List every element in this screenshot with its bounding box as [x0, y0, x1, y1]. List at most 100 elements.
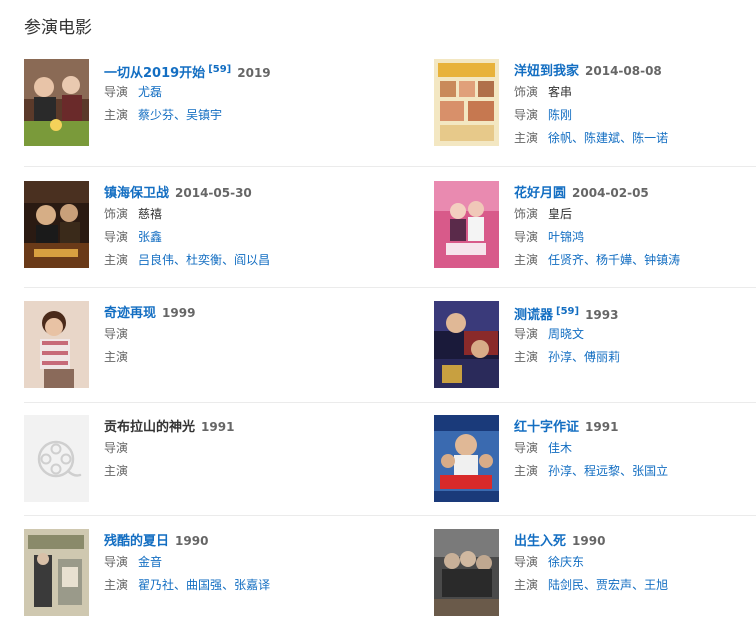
- meta-label: 导演: [104, 555, 129, 569]
- release-date: 2004-02-05: [572, 186, 649, 200]
- movie-meta-line: 导演 徐庆东: [514, 551, 756, 574]
- person-link[interactable]: 张国立: [632, 464, 668, 478]
- movie-meta-line: 主演: [104, 460, 354, 483]
- movie-meta-line: 主演 翟乃社、曲国强、张嘉译: [104, 574, 354, 597]
- person-link[interactable]: 贾宏声: [596, 578, 632, 592]
- separator: 、: [174, 108, 187, 122]
- person-link[interactable]: 程远黎: [584, 464, 620, 478]
- movie-title-line: 奇迹再现 1999: [104, 301, 354, 323]
- movie-poster[interactable]: [434, 301, 499, 388]
- movie-title-line: 残酷的夏日 1990: [104, 529, 354, 551]
- role-name: 慈禧: [138, 207, 163, 221]
- movie-info: 奇迹再现 1999 导演 主演: [104, 301, 354, 369]
- person-link[interactable]: 陈建斌: [584, 131, 620, 145]
- movie-poster[interactable]: [434, 181, 499, 268]
- movie-title[interactable]: 红十字作证: [514, 420, 579, 435]
- release-date: 1990: [175, 534, 209, 548]
- movie-title[interactable]: 一切从2019开始: [104, 66, 205, 81]
- person-link[interactable]: 任贤齐: [548, 253, 584, 267]
- person-link[interactable]: 曲国强: [186, 578, 222, 592]
- person-link[interactable]: 吴镇宇: [186, 108, 222, 122]
- separator: 、: [632, 578, 645, 592]
- person-link[interactable]: 周晓文: [548, 327, 584, 341]
- meta-label: 导演: [104, 85, 129, 99]
- person-link[interactable]: 佳木: [548, 441, 572, 455]
- movie-item: 奇迹再现 1999 导演 主演: [24, 301, 354, 401]
- meta-label: 主演: [514, 253, 539, 267]
- person-link[interactable]: 阎以昌: [234, 253, 270, 267]
- person-link[interactable]: 翟乃社: [138, 578, 174, 592]
- row-divider: [24, 402, 756, 403]
- movie-title[interactable]: 残酷的夏日: [104, 534, 169, 549]
- person-link[interactable]: 孙淳: [548, 464, 572, 478]
- movie-meta-line: 导演 尤磊: [104, 81, 354, 104]
- movie-poster[interactable]: [434, 59, 499, 146]
- movie-meta-line: 导演 周晓文: [514, 323, 756, 346]
- movie-poster[interactable]: [24, 529, 89, 616]
- movie-info: 贡布拉山的神光 1991 导演 主演: [104, 415, 354, 483]
- movie-meta-line: 主演 蔡少芬、吴镇宇: [104, 104, 354, 127]
- separator: 、: [620, 131, 633, 145]
- movie-meta-line: 导演 叶锦鸿: [514, 226, 756, 249]
- meta-label: 导演: [514, 327, 539, 341]
- person-link[interactable]: 王旭: [644, 578, 668, 592]
- separator: 、: [572, 350, 585, 364]
- movie-title-line: 镇海保卫战 2014-05-30: [104, 181, 354, 203]
- movie-meta-line: 主演 孙淳、傅丽莉: [514, 346, 756, 369]
- person-link[interactable]: 杨千嬅: [596, 253, 632, 267]
- movie-title[interactable]: 花好月圆: [514, 186, 566, 201]
- person-link[interactable]: 张鑫: [138, 230, 162, 244]
- person-link[interactable]: 张嘉译: [234, 578, 270, 592]
- release-date: 2014-05-30: [175, 186, 252, 200]
- movie-title-line: 红十字作证 1991: [514, 415, 756, 437]
- meta-label: 导演: [514, 108, 539, 122]
- meta-label: 主演: [514, 578, 539, 592]
- person-link[interactable]: 杜奕衡: [186, 253, 222, 267]
- movie-poster[interactable]: [24, 181, 89, 268]
- person-link[interactable]: 钟镇涛: [644, 253, 680, 267]
- person-link[interactable]: 傅丽莉: [584, 350, 620, 364]
- movie-poster[interactable]: [24, 301, 89, 388]
- movie-item: 花好月圆 2004-02-05 饰演 皇后 导演 叶锦鸿 主演 任贤齐、杨千嬅、钟镇涛: [434, 181, 756, 281]
- person-link[interactable]: 尤磊: [138, 85, 162, 99]
- person-link[interactable]: 孙淳: [548, 350, 572, 364]
- reference-link[interactable]: [59]: [556, 306, 579, 317]
- movie-poster[interactable]: [24, 59, 89, 146]
- separator: 、: [174, 253, 187, 267]
- row-divider: [24, 166, 756, 167]
- movie-title: 贡布拉山的神光: [104, 420, 196, 435]
- movie-title[interactable]: 镇海保卫战: [104, 186, 169, 201]
- person-link[interactable]: 蔡少芬: [138, 108, 174, 122]
- separator: 、: [572, 131, 585, 145]
- movie-title[interactable]: 测谎器: [514, 308, 553, 323]
- separator: 、: [584, 253, 597, 267]
- separator: 、: [174, 578, 187, 592]
- meta-label: 饰演: [104, 207, 129, 221]
- movie-title[interactable]: 奇迹再现: [104, 306, 156, 321]
- meta-label: 导演: [104, 230, 129, 244]
- person-link[interactable]: 陈刚: [548, 108, 572, 122]
- movie-title[interactable]: 出生入死: [514, 534, 566, 549]
- person-link[interactable]: 陆剑民: [548, 578, 584, 592]
- movie-meta-line: 主演 陆剑民、贾宏声、王旭: [514, 574, 756, 597]
- movie-title-line: 贡布拉山的神光 1991: [104, 415, 354, 437]
- movie-poster[interactable]: [434, 415, 499, 502]
- release-date: 1993: [585, 308, 619, 322]
- person-link[interactable]: 陈一诺: [632, 131, 668, 145]
- movie-meta-line: 导演: [104, 437, 354, 460]
- placeholder-poster[interactable]: [24, 415, 89, 502]
- person-link[interactable]: 金音: [138, 555, 162, 569]
- separator: 、: [572, 464, 585, 478]
- movie-title[interactable]: 洋妞到我家: [514, 64, 579, 79]
- movie-poster[interactable]: [434, 529, 499, 616]
- movie-meta-line: 导演: [104, 323, 354, 346]
- meta-label: 饰演: [514, 85, 539, 99]
- movie-item: 测谎器 [59] 1993 导演 周晓文 主演 孙淳、傅丽莉: [434, 301, 756, 401]
- movie-title-line: 一切从2019开始 [59] 2019: [104, 59, 354, 81]
- reference-link[interactable]: [59]: [208, 64, 231, 75]
- person-link[interactable]: 徐庆东: [548, 555, 584, 569]
- role-name: 皇后: [548, 207, 573, 221]
- person-link[interactable]: 叶锦鸿: [548, 230, 584, 244]
- person-link[interactable]: 徐帆: [548, 131, 572, 145]
- person-link[interactable]: 吕良伟: [138, 253, 174, 267]
